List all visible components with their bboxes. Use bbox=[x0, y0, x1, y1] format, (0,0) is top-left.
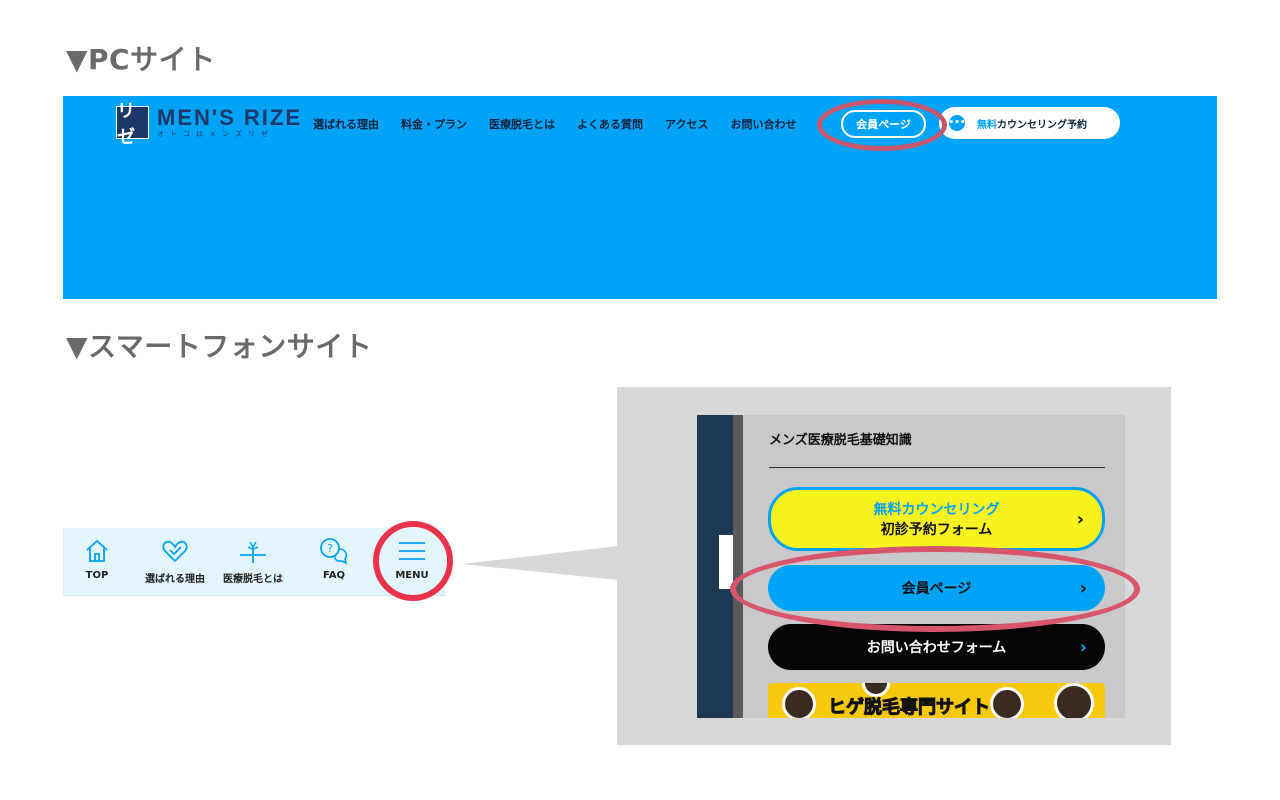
logo-main-text: MEN'S RIZE bbox=[157, 104, 303, 130]
nav-faq[interactable]: よくある質問 bbox=[577, 116, 643, 132]
sp-nav-label: TOP bbox=[85, 570, 109, 581]
chat-bubble-icon: ••• bbox=[948, 115, 966, 131]
pc-global-nav: 選ばれる理由 料金・プラン 医療脱毛とは よくある質問 アクセス お問い合わせ bbox=[313, 116, 818, 132]
chevron-right-icon: › bbox=[1076, 508, 1084, 530]
home-icon bbox=[84, 536, 110, 566]
chevron-right-icon: › bbox=[1079, 636, 1087, 658]
sp-nav-label: FAQ bbox=[323, 570, 345, 581]
beard-removal-banner[interactable]: ヒゲ脱毛専門サイト bbox=[768, 683, 1105, 718]
menu-divider bbox=[769, 467, 1105, 468]
pc-section-heading: ▼PCサイト bbox=[66, 43, 216, 76]
nav-about-removal[interactable]: 医療脱毛とは bbox=[489, 116, 555, 132]
hair-laser-icon bbox=[238, 536, 268, 566]
counseling-line1: 無料カウンセリング bbox=[873, 502, 1000, 518]
nav-reasons[interactable]: 選ばれる理由 bbox=[313, 116, 379, 132]
sp-nav-faq[interactable]: ? FAQ bbox=[294, 536, 374, 581]
nav-contact[interactable]: お問い合わせ bbox=[730, 116, 796, 132]
sp-nav-top[interactable]: TOP bbox=[57, 536, 137, 581]
sp-nav-label: 選ばれる理由 bbox=[145, 574, 205, 585]
question-bubble-icon: ? bbox=[319, 536, 349, 566]
heart-check-icon bbox=[161, 536, 189, 566]
sp-nav-label: 医療脱毛とは bbox=[223, 574, 283, 585]
sp-section-heading: ▼スマートフォンサイト bbox=[66, 330, 373, 363]
logo-text: MEN'S RIZE オトコはメンズリゼ bbox=[157, 104, 303, 139]
menu-heading[interactable]: メンズ医療脱毛基礎知識 bbox=[769, 429, 912, 448]
sp-counseling-button[interactable]: 無料カウンセリング 初診予約フォーム › bbox=[768, 487, 1105, 551]
zoom-callout bbox=[462, 546, 618, 580]
site-logo[interactable]: リゼ MEN'S RIZE オトコはメンズリゼ bbox=[116, 101, 303, 148]
sp-nav-about[interactable]: 医療脱毛とは bbox=[213, 536, 293, 585]
nav-pricing[interactable]: 料金・プラン bbox=[401, 116, 467, 132]
sp-menu-highlight-ring bbox=[373, 521, 453, 601]
sp-nav-reasons[interactable]: 選ばれる理由 bbox=[135, 536, 215, 585]
model-photo bbox=[1054, 683, 1094, 718]
pc-counseling-button[interactable]: ••• 無料 カウンセリング予約 bbox=[939, 107, 1120, 139]
counsel-free-label: 無料 bbox=[977, 119, 997, 131]
banner-text: ヒゲ脱毛専門サイト bbox=[828, 697, 991, 719]
logo-mark: リゼ bbox=[116, 101, 149, 148]
counseling-line2: 初診予約フォーム bbox=[880, 522, 993, 538]
svg-text:?: ? bbox=[327, 542, 333, 555]
model-photo bbox=[782, 687, 816, 718]
counsel-label: カウンセリング予約 bbox=[997, 119, 1087, 131]
nav-access[interactable]: アクセス bbox=[665, 116, 708, 132]
sp-member-highlight-ring bbox=[730, 546, 1140, 632]
contact-label: お問い合わせフォーム bbox=[866, 640, 1007, 656]
model-photo bbox=[990, 687, 1024, 718]
phone-menu-edge bbox=[733, 415, 743, 718]
pc-site-header: リゼ MEN'S RIZE オトコはメンズリゼ 選ばれる理由 料金・プラン 医療… bbox=[63, 96, 1217, 299]
logo-sub-text: オトコはメンズリゼ bbox=[157, 129, 274, 138]
pc-highlight-ring bbox=[817, 99, 947, 151]
